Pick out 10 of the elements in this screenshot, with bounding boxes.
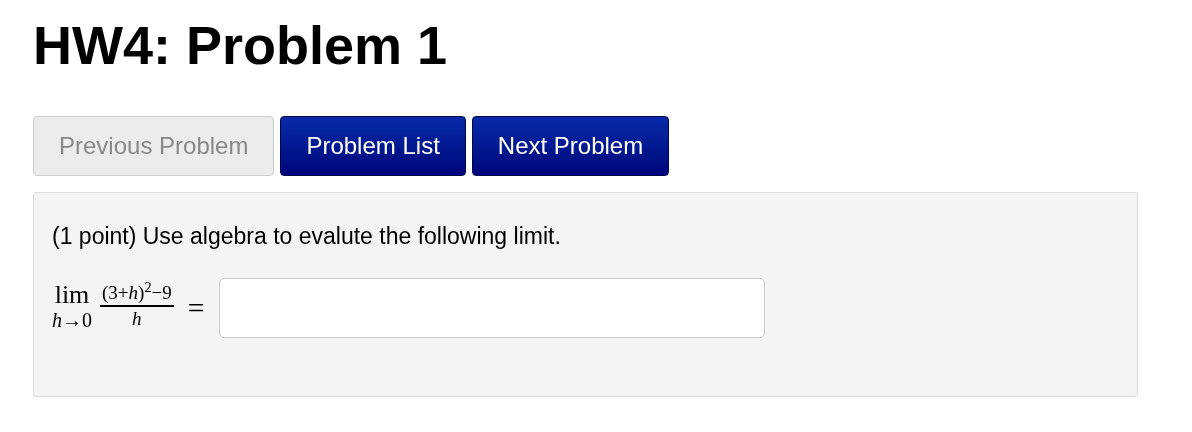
- problem-text: (1 point) Use algebra to evalute the following limit.: [52, 222, 561, 251]
- fraction-denominator: h: [132, 306, 142, 331]
- page-title: HW4: Problem 1: [33, 18, 448, 72]
- limit-subscript: h→0: [52, 308, 92, 333]
- answer-field[interactable]: [218, 277, 765, 338]
- fraction-numerator: (3+h)$^{2}$−9: [100, 280, 174, 307]
- equals-sign: =: [187, 290, 205, 326]
- limit-operator: lim: [54, 282, 90, 308]
- nav-button[interactable]: Problem List: [280, 116, 466, 176]
- nav-button[interactable]: Next Problem: [471, 116, 670, 176]
